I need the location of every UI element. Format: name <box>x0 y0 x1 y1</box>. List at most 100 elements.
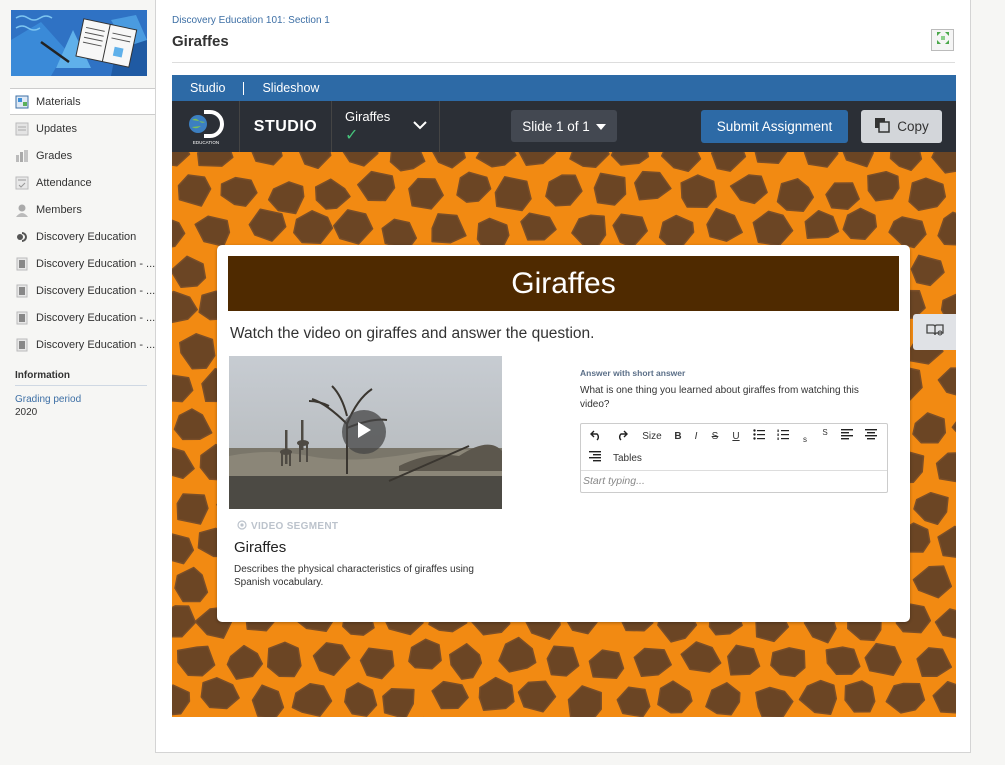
video-title: Giraffes <box>234 539 287 556</box>
slide-canvas: Giraffes Watch the video on giraffes and… <box>172 152 956 717</box>
studio-label: STUDIO <box>240 101 332 152</box>
redo-icon[interactable] <box>609 429 635 444</box>
play-button[interactable] <box>342 410 386 454</box>
grading-period-value: 2020 <box>15 407 38 418</box>
slide-title: Giraffes <box>228 256 899 311</box>
breadcrumb[interactable]: Discovery Education 101: Section 1 <box>172 15 330 26</box>
giraffe-patch <box>680 174 717 209</box>
discovery-education-logo[interactable]: EDUCATION <box>172 101 240 152</box>
sidebar-item-attendance[interactable]: Attendance <box>0 169 156 196</box>
sidebar-item-label: Members <box>36 203 82 216</box>
numbered-list-icon[interactable] <box>771 429 795 443</box>
members-icon <box>15 203 29 217</box>
discovery-logo-icon <box>15 230 29 244</box>
answer-input[interactable]: Start typing... <box>581 470 887 492</box>
copy-label: Copy <box>897 119 929 134</box>
saved-check-icon: ✓ <box>345 127 359 144</box>
giraffe-patch <box>176 493 209 525</box>
underline-button[interactable]: U <box>725 431 747 442</box>
sidebar-item-discovery-app-2[interactable]: Discovery Education - ... <box>0 277 156 304</box>
strikethrough-button[interactable]: S <box>705 431 725 442</box>
question-text: What is one thing you learned about gira… <box>580 385 859 410</box>
font-size-button[interactable]: Size <box>635 431 669 442</box>
align-right-icon[interactable] <box>583 451 607 465</box>
sidebar-item-grades[interactable]: Grades <box>0 142 156 169</box>
app-icon <box>15 338 29 352</box>
slide-card: Giraffes Watch the video on giraffes and… <box>217 245 910 622</box>
sidebar-item-updates[interactable]: Updates <box>0 115 156 142</box>
subscript-button[interactable]: s <box>795 435 815 444</box>
grading-period-label: Grading period <box>15 394 82 405</box>
slide-selector-button[interactable]: Slide 1 of 1 <box>511 110 617 142</box>
tab-slideshow[interactable]: Slideshow <box>244 81 337 95</box>
play-icon <box>356 421 372 444</box>
project-selector[interactable]: Giraffes ✓ <box>332 101 440 152</box>
main-panel: Discovery Education 101: Section 1 Giraf… <box>155 0 971 753</box>
editor-toolbar-row-2: Tables <box>583 447 642 469</box>
sidebar-nav: Materials Updates Grades Attendance Memb… <box>0 88 156 358</box>
italic-button[interactable]: I <box>687 431 705 442</box>
information-heading: Information <box>15 370 147 386</box>
sidebar-item-materials[interactable]: Materials <box>10 88 156 115</box>
expand-icon <box>936 31 950 50</box>
sidebar-item-label: Attendance <box>36 176 92 189</box>
tab-studio[interactable]: Studio <box>172 81 243 95</box>
sidebar-item-members[interactable]: Members <box>0 196 156 223</box>
answer-editor: Size B I S U s S Tables Start typing... <box>580 423 888 493</box>
updates-icon <box>15 122 29 136</box>
studio-tab-bar: Studio Slideshow <box>172 75 956 101</box>
fullscreen-button[interactable] <box>931 29 954 51</box>
undo-icon[interactable] <box>583 429 609 444</box>
giraffe-patch <box>867 170 900 202</box>
attendance-icon <box>15 176 29 190</box>
grades-icon <box>15 149 29 163</box>
video-description: Describes the physical characteristics o… <box>234 564 474 588</box>
giraffe-patch <box>266 641 302 678</box>
sidebar-item-discovery-app-4[interactable]: Discovery Education - ... <box>0 331 156 358</box>
studio-frame: Studio Slideshow EDUCATION STUDIO Giraff… <box>172 75 956 717</box>
sidebar-item-label: Discovery Education - ... <box>36 311 156 324</box>
sidebar-item-label: Materials <box>36 95 81 108</box>
title-divider <box>172 62 955 63</box>
bold-button[interactable]: B <box>669 431 687 442</box>
video-segment-label: VIDEO SEGMENT <box>237 520 338 533</box>
align-left-icon[interactable] <box>835 429 859 443</box>
course-image[interactable] <box>11 10 147 76</box>
editor-toolbar-row-1: Size B I S U s S <box>583 425 883 447</box>
project-name: Giraffes <box>345 109 391 124</box>
copy-icon <box>874 117 890 136</box>
materials-icon <box>15 95 29 109</box>
sidebar-item-discovery-app-3[interactable]: Discovery Education - ... <box>0 304 156 331</box>
slide-instruction: Watch the video on giraffes and answer t… <box>230 325 595 342</box>
chevron-down-icon <box>412 117 428 138</box>
sidebar-item-label: Updates <box>36 122 77 135</box>
studio-toolbar: EDUCATION STUDIO Giraffes ✓ Slide 1 of 1… <box>172 101 956 152</box>
superscript-button[interactable]: S <box>815 428 835 437</box>
logo-text: EDUCATION <box>192 140 218 145</box>
page-title: Giraffes <box>172 33 229 50</box>
app-icon <box>15 284 29 298</box>
video-segment-icon <box>237 520 247 533</box>
submit-assignment-button[interactable]: Submit Assignment <box>701 110 848 143</box>
sidebar-item-discovery-education[interactable]: Discovery Education <box>0 223 156 250</box>
book-icon <box>925 323 945 342</box>
reader-tool-button[interactable] <box>913 314 956 350</box>
sidebar-item-discovery-app-1[interactable]: Discovery Education - ... <box>0 250 156 277</box>
sidebar-item-label: Discovery Education - ... <box>36 257 156 270</box>
copy-button[interactable]: Copy <box>861 110 942 143</box>
sidebar-item-label: Discovery Education - ... <box>36 338 156 351</box>
sidebar-item-label: Discovery Education - ... <box>36 284 156 297</box>
sidebar-item-label: Grades <box>36 149 73 162</box>
app-icon <box>15 311 29 325</box>
align-center-icon[interactable] <box>859 429 883 443</box>
video-thumbnail[interactable] <box>229 356 502 509</box>
bulleted-list-icon[interactable] <box>747 429 771 443</box>
caret-down-icon <box>595 119 606 134</box>
app-icon <box>15 257 29 271</box>
giraffe-patch <box>382 688 415 717</box>
tables-button[interactable]: Tables <box>607 453 642 464</box>
course-sidebar: Materials Updates Grades Attendance Memb… <box>0 0 156 765</box>
slide-indicator: Slide 1 of 1 <box>522 118 590 134</box>
answer-type-label: Answer with short answer <box>580 368 686 378</box>
sidebar-item-label: Discovery Education <box>36 230 137 243</box>
